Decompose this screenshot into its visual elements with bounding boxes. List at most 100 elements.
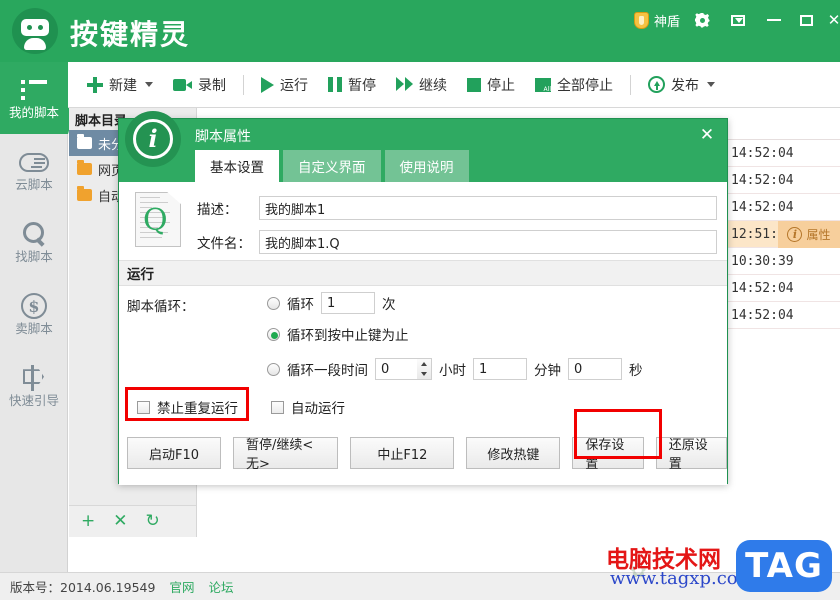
close-icon: ✕ (827, 11, 840, 29)
dialog-button-row: 启动F10 暂停/继续<无> 中止F12 修改热键 保存设置 还原设置 (127, 437, 727, 472)
pause-button[interactable]: 暂停 (319, 71, 385, 99)
description-label: 描述： (197, 202, 238, 218)
tab-basic-settings[interactable]: 基本设置 (195, 150, 279, 182)
shield-status[interactable]: 神盾 (633, 9, 680, 31)
delete-folder-button[interactable]: ✕ (113, 513, 127, 530)
dollar-icon: $ (21, 292, 47, 320)
auto-run-label: 自动运行 (291, 401, 345, 417)
filename-label: 文件名： (197, 236, 251, 252)
folder-icon (77, 134, 92, 149)
radio-loop-duration[interactable] (267, 362, 280, 376)
restore-down-button[interactable] (724, 8, 752, 32)
plus-icon (87, 76, 103, 93)
modify-hotkey-button[interactable]: 修改热键 (466, 437, 561, 469)
seconds-unit-label: 秒 (629, 363, 643, 379)
search-icon (21, 220, 47, 248)
pause-continue-button[interactable]: 暂停/继续<无> (233, 437, 339, 472)
chevron-down-icon[interactable] (145, 82, 153, 87)
chevron-down-icon[interactable] (707, 82, 715, 87)
sidebar-item-sell-scripts[interactable]: $ 卖脚本 (0, 278, 68, 350)
start-button[interactable]: 启动F10 (127, 437, 221, 469)
dialog-tabs: 基本设置 自定义界面 使用说明 (195, 150, 469, 182)
sidebar-item-quick-guide[interactable]: 快速引导 (0, 350, 68, 422)
loop-count-input[interactable] (321, 292, 375, 314)
radio-loop-until-stop[interactable] (267, 327, 280, 341)
hours-spinner-buttons[interactable] (417, 358, 432, 380)
row-properties-button[interactable]: i 属性 (778, 221, 840, 248)
new-button[interactable]: 新建 (78, 71, 162, 99)
sidebar-item-label: 找脚本 (15, 249, 53, 265)
restore-icon (731, 14, 745, 26)
loop-count-option[interactable]: 循环 次 (267, 292, 396, 314)
new-button-label: 新建 (109, 77, 137, 94)
record-button-label: 录制 (198, 77, 226, 94)
fast-forward-icon (396, 77, 413, 92)
info-icon: i (125, 111, 181, 167)
dialog-title: 脚本属性 (195, 129, 251, 145)
hours-input[interactable] (375, 358, 417, 380)
stop-all-button-label: 全部停止 (557, 77, 613, 94)
official-site-link[interactable]: 官网 (169, 577, 194, 596)
watermark-site-name: 电脑技术网 (606, 547, 721, 573)
record-button[interactable]: 录制 (164, 71, 235, 99)
stop-all-button[interactable]: 全部停止 (526, 71, 622, 99)
spinner-up-icon[interactable] (417, 359, 431, 369)
auto-run-checkbox[interactable]: 自动运行 (271, 397, 345, 417)
tab-custom-ui[interactable]: 自定义界面 (283, 150, 381, 182)
loop-count-label: 循环 (287, 297, 314, 313)
pause-button-label: 暂停 (348, 77, 376, 94)
minimize-button[interactable] (760, 8, 788, 32)
stop-icon (467, 77, 481, 92)
checkbox-box[interactable] (137, 400, 150, 414)
radio-loop-count[interactable] (267, 296, 280, 310)
description-input[interactable] (259, 196, 717, 220)
publish-button[interactable]: 发布 (639, 71, 724, 99)
sidebar-item-label: 云脚本 (15, 177, 53, 193)
close-button[interactable]: ✕ (820, 8, 840, 32)
sidebar-item-cloud-scripts[interactable]: 云脚本 (0, 134, 68, 206)
shield-label: 神盾 (653, 14, 680, 30)
restore-settings-button[interactable]: 还原设置 (655, 437, 727, 472)
minimize-icon (767, 19, 781, 21)
continue-button[interactable]: 继续 (387, 71, 456, 99)
maximize-button[interactable] (792, 8, 820, 32)
add-folder-button[interactable]: + (81, 513, 95, 530)
run-button-label: 运行 (280, 77, 308, 94)
row-time: 14:52:04 (731, 307, 794, 323)
script-file-icon: Q (135, 192, 181, 247)
minutes-input[interactable] (473, 358, 527, 380)
seconds-input[interactable] (568, 358, 622, 380)
abort-button[interactable]: 中止F12 (350, 437, 455, 469)
row-time: 10:30:39 (731, 253, 794, 269)
app-window: 按键精灵 神盾 ✕ 我的脚本 云脚本 找脚本 $ 卖脚本 快速引导 新建 录制 … (0, 0, 840, 600)
maximize-icon (799, 14, 813, 26)
publish-icon (648, 76, 665, 93)
dialog-close-button[interactable]: ✕ (697, 125, 717, 145)
toolbar-divider (630, 74, 631, 95)
loop-until-stop-label: 循环到按中止键为止 (287, 328, 409, 344)
folder-icon (77, 160, 92, 175)
disable-repeat-run-checkbox[interactable]: 禁止重复运行 (137, 397, 238, 417)
list-icon (21, 76, 47, 104)
sidebar-item-find-scripts[interactable]: 找脚本 (0, 206, 68, 278)
spinner-down-icon[interactable] (417, 369, 431, 379)
forum-link[interactable]: 论坛 (208, 577, 233, 596)
sidebar-item-label: 我的脚本 (8, 105, 59, 121)
filename-input[interactable] (259, 230, 717, 254)
signpost-icon (20, 364, 48, 392)
loop-duration-option[interactable]: 循环一段时间 小时 分钟 秒 (267, 358, 643, 380)
sidebar: 我的脚本 云脚本 找脚本 $ 卖脚本 快速引导 (0, 62, 79, 572)
refresh-folder-button[interactable]: ↻ (146, 513, 160, 530)
hours-stepper[interactable] (375, 358, 432, 380)
stop-button[interactable]: 停止 (458, 71, 524, 99)
settings-button[interactable] (688, 8, 716, 32)
loop-until-stop-option[interactable]: 循环到按中止键为止 (267, 324, 409, 344)
sidebar-item-my-scripts[interactable]: 我的脚本 (0, 62, 79, 134)
folder-actions-bar: + ✕ ↻ (69, 505, 196, 537)
disable-repeat-run-label: 禁止重复运行 (157, 401, 238, 417)
status-bar: 版本号：2014.06.19549 官网 论坛 (0, 572, 840, 600)
save-settings-button[interactable]: 保存设置 (572, 437, 644, 472)
tab-usage-instructions[interactable]: 使用说明 (384, 150, 469, 182)
checkbox-box[interactable] (271, 400, 284, 414)
run-button[interactable]: 运行 (252, 71, 317, 99)
